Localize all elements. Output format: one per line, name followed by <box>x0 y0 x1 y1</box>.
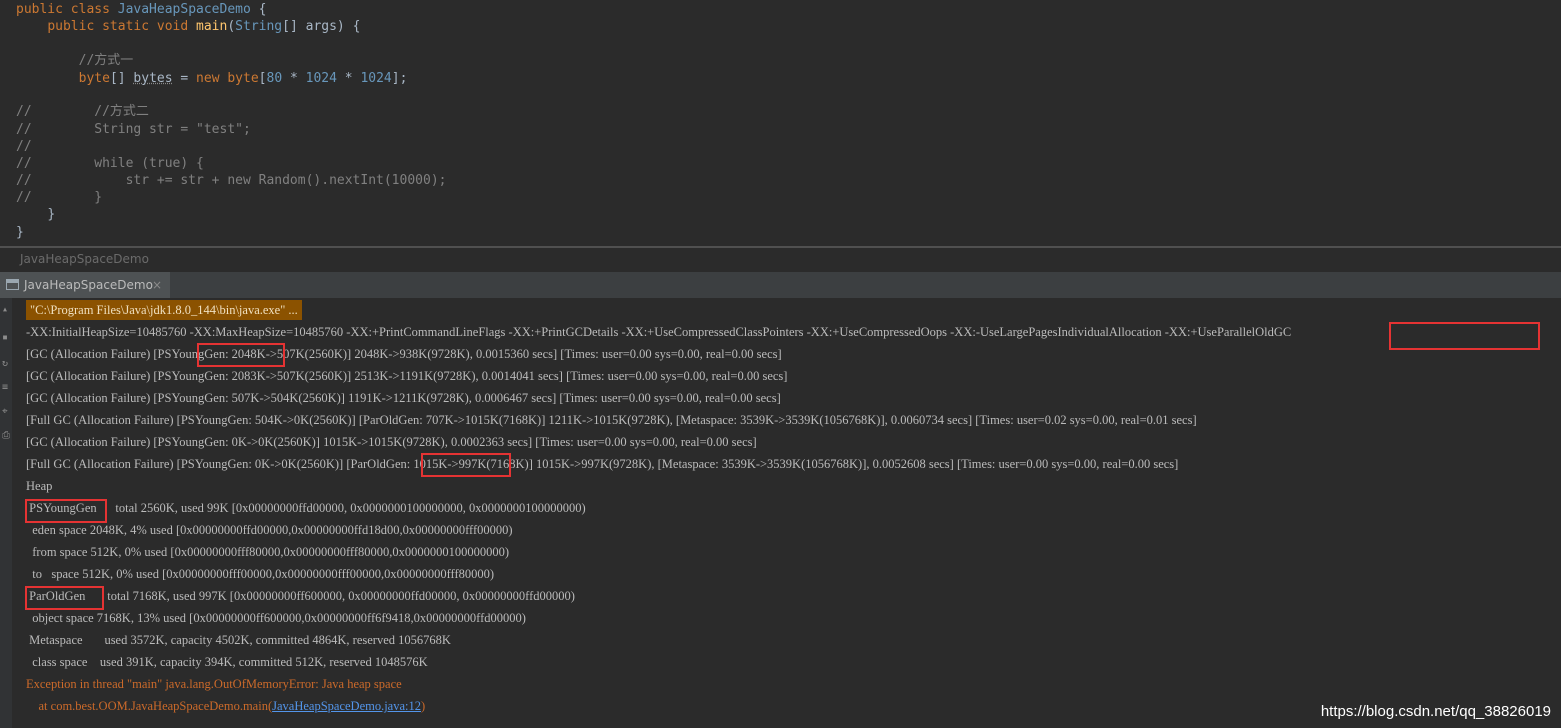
code-line: // str += str + new Random().nextInt(100… <box>16 172 446 190</box>
console-line: [Full GC (Allocation Failure) [PSYoungGe… <box>26 457 1179 471</box>
code-token: // while (true) { <box>16 156 204 171</box>
code-token: * <box>282 71 306 86</box>
console-line: -XX:InitialHeapSize=10485760 -XX:MaxHeap… <box>26 325 1292 339</box>
console-line: [GC (Allocation Failure) [PSYoungGen: 20… <box>26 347 782 361</box>
breadcrumb-label: JavaHeapSpaceDemo <box>20 252 149 266</box>
console-line: to space 512K, 0% used [0x00000000fff000… <box>26 567 495 581</box>
console-line: eden space 2048K, 4% used [0x00000000ffd… <box>26 523 513 537</box>
code-line: // } <box>16 189 102 207</box>
pin-icon[interactable]: ⌖ <box>2 406 8 417</box>
code-editor[interactable]: public class JavaHeapSpaceDemo { public … <box>0 0 1561 246</box>
print-icon[interactable]: ⎙ <box>2 430 10 441</box>
code-token: byte <box>78 71 110 86</box>
code-token: 1024 <box>360 71 392 86</box>
console-line: [Full GC (Allocation Failure) [PSYoungGe… <box>26 413 1197 427</box>
console-line: [GC (Allocation Failure) [PSYoungGen: 20… <box>26 369 788 383</box>
console-line: ParOldGen total 7168K, used 997K [0x0000… <box>26 589 575 603</box>
code-line: byte[] bytes = new byte[80 * 1024 * 1024… <box>16 70 408 88</box>
code-token: * <box>336 71 361 86</box>
command-line: "C:\Program Files\Java\jdk1.8.0_144\bin\… <box>26 300 302 320</box>
source-link[interactable]: JavaHeapSpaceDemo.java:12 <box>272 699 421 713</box>
console-output[interactable]: "C:\Program Files\Java\jdk1.8.0_144\bin\… <box>12 298 1561 728</box>
code-line: } <box>16 224 24 242</box>
code-token: main <box>196 19 228 34</box>
code-token: // <box>16 139 32 154</box>
console-line: class space used 391K, capacity 394K, co… <box>26 655 428 669</box>
code-token: //方式一 <box>78 53 134 68</box>
console-gutter: ▴ ▪ ↻ ≡ ⌖ ⎙ <box>0 298 12 728</box>
code-line: public static void main(String[] args) { <box>16 18 360 36</box>
run-tool-window-tabbar: JavaHeapSpaceDemo × <box>0 272 1561 299</box>
code-token: } <box>16 225 24 240</box>
code-token: } <box>47 207 56 222</box>
code-token: [] args) { <box>282 19 361 34</box>
exception-line: Exception in thread "main" java.lang.Out… <box>26 677 402 691</box>
code-line: // <box>16 138 32 156</box>
code-line: // while (true) { <box>16 155 204 173</box>
console-line: Metaspace used 3572K, capacity 4502K, co… <box>26 633 451 647</box>
code-token: [ <box>258 71 267 86</box>
stop-icon[interactable]: ▪ <box>2 332 8 343</box>
watermark: https://blog.csdn.net/qq_38826019 <box>1320 703 1551 720</box>
code-token: { <box>250 2 267 17</box>
scroll-icon[interactable]: ≡ <box>2 382 8 393</box>
code-token: // str += str + new Random().nextInt(100… <box>16 173 447 188</box>
code-token: // //方式二 <box>16 104 149 119</box>
rerun-icon[interactable]: ↻ <box>2 358 8 369</box>
stacktrace-line: at com.best.OOM.JavaHeapSpaceDemo.main(J… <box>26 696 426 716</box>
console-line: from space 512K, 0% used [0x00000000fff8… <box>26 545 510 559</box>
code-token: ( <box>227 19 236 34</box>
console-line: [GC (Allocation Failure) [PSYoungGen: 0K… <box>26 435 757 449</box>
code-token: JavaHeapSpaceDemo <box>117 2 251 17</box>
code-token: 80 <box>266 71 283 86</box>
code-token: new <box>196 71 228 86</box>
code-line: // //方式二 <box>16 103 149 121</box>
code-token: byte <box>227 71 259 86</box>
code-token: String <box>235 19 283 34</box>
code-token: bytes <box>133 71 173 86</box>
code-token: // String str = "test"; <box>16 122 251 137</box>
breadcrumb[interactable]: JavaHeapSpaceDemo <box>0 248 1561 270</box>
code-line: // String str = "test"; <box>16 121 251 139</box>
close-icon[interactable]: × <box>152 272 162 298</box>
code-token: ]; <box>391 71 408 86</box>
stacktrace-prefix: at com.best.OOM.JavaHeapSpaceDemo.main( <box>26 699 273 713</box>
code-line: } <box>16 206 55 224</box>
code-token: // } <box>16 190 103 205</box>
code-token: 1024 <box>305 71 337 86</box>
code-token: = <box>172 71 197 86</box>
console-line: PSYoungGen total 2560K, used 99K [0x0000… <box>26 501 586 515</box>
code-line: //方式一 <box>16 52 134 70</box>
code-token: [] <box>109 71 134 86</box>
console-icon <box>6 279 19 290</box>
run-tab-label: JavaHeapSpaceDemo <box>24 278 153 292</box>
arrow-up-icon[interactable]: ▴ <box>2 304 8 315</box>
stacktrace-suffix: ) <box>421 699 426 713</box>
console-line: [GC (Allocation Failure) [PSYoungGen: 50… <box>26 391 781 405</box>
code-line: public class JavaHeapSpaceDemo { <box>16 1 266 19</box>
code-token: public static void <box>47 19 197 34</box>
console-line: object space 7168K, 13% used [0x00000000… <box>26 611 526 625</box>
run-tab[interactable]: JavaHeapSpaceDemo × <box>0 272 170 298</box>
code-token: public class <box>16 2 118 17</box>
console-line: Heap <box>26 479 53 493</box>
